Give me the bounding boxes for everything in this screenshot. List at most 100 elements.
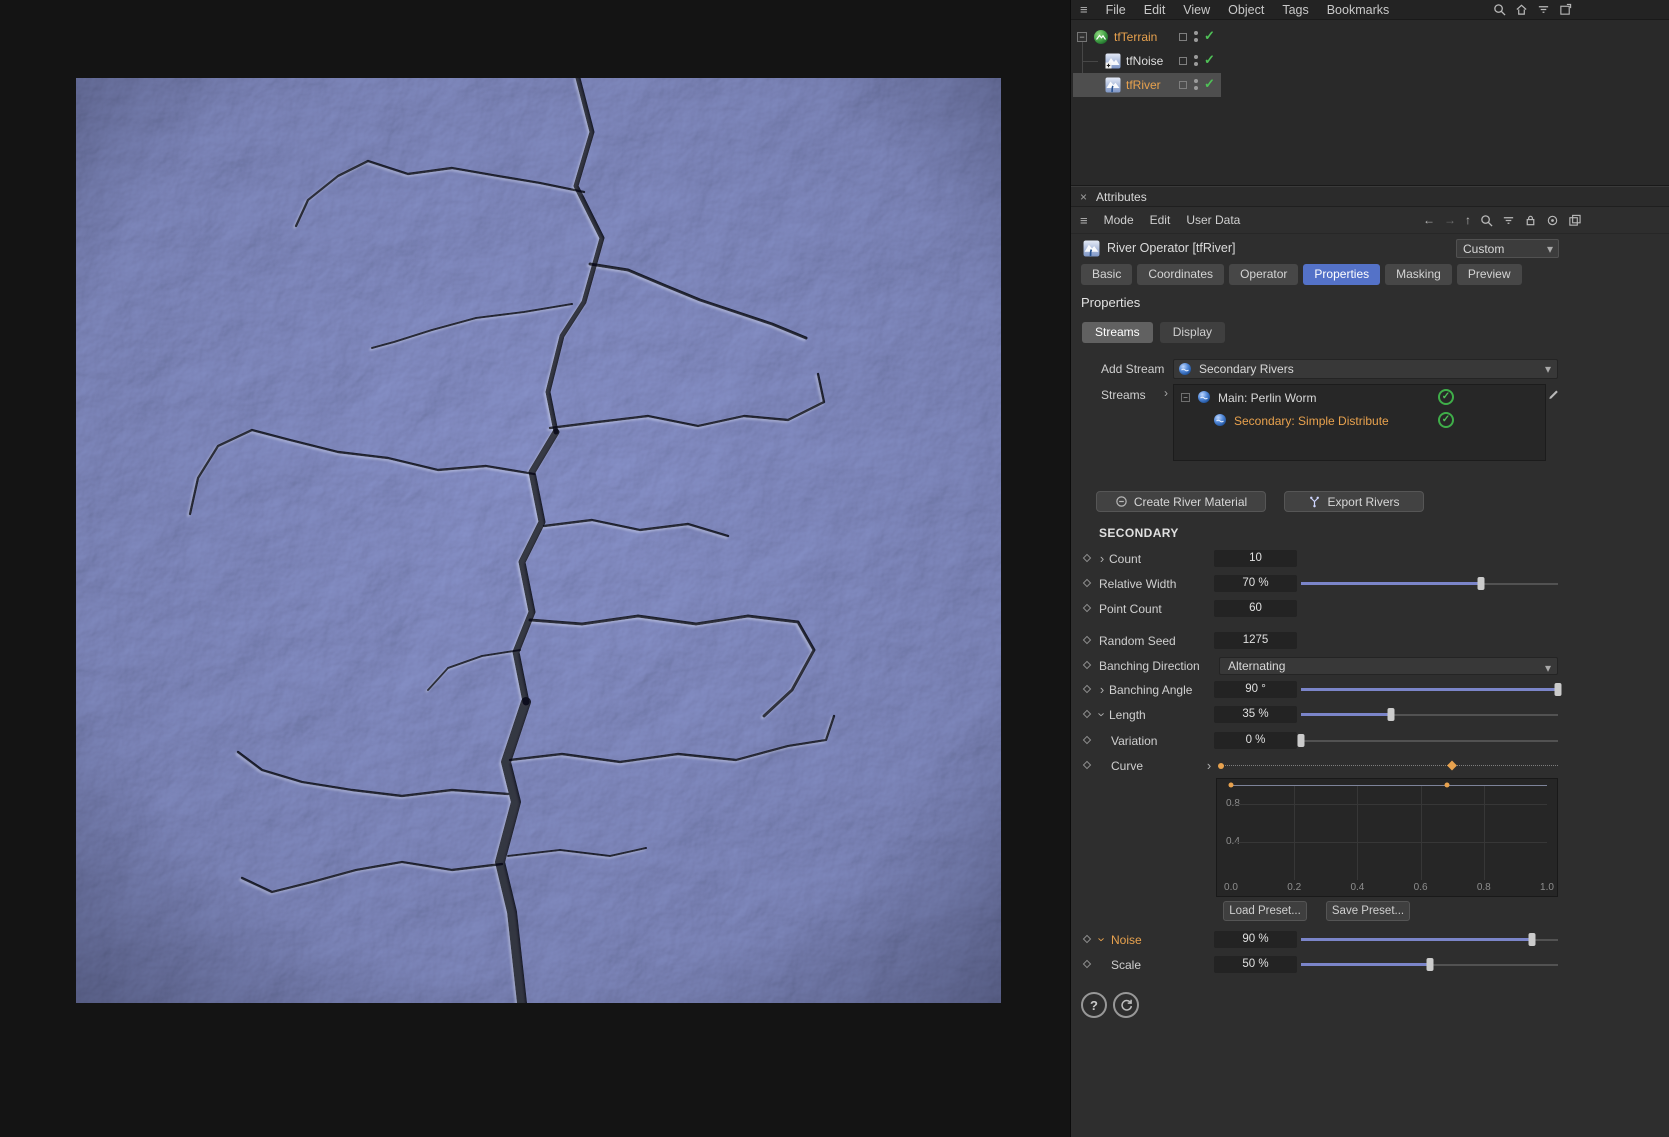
slider-thumb[interactable] xyxy=(1298,734,1305,747)
stream-enabled-icon[interactable]: ✓ xyxy=(1438,412,1454,428)
search-icon[interactable] xyxy=(1480,214,1493,227)
stream-row-secondary[interactable]: Secondary: Simple Distribute ✓ xyxy=(1174,410,1545,431)
keyframe-diamond-icon[interactable] xyxy=(1083,685,1091,693)
visibility-dots[interactable] xyxy=(1194,79,1198,90)
reload-button[interactable] xyxy=(1113,992,1139,1018)
visibility-dots[interactable] xyxy=(1194,55,1198,66)
keyframe-diamond-icon[interactable] xyxy=(1083,579,1091,587)
save-preset-button[interactable]: Save Preset... xyxy=(1326,901,1410,921)
menu-object[interactable]: Object xyxy=(1228,3,1264,17)
random-seed-field[interactable]: 1275 xyxy=(1214,632,1297,649)
slider-thumb[interactable] xyxy=(1529,933,1536,946)
variation-field[interactable]: 0 % xyxy=(1214,732,1297,749)
history-forward-icon[interactable]: → xyxy=(1444,213,1456,227)
stream-enabled-icon[interactable]: ✓ xyxy=(1438,389,1454,405)
stream-label[interactable]: Secondary: Simple Distribute xyxy=(1234,414,1389,428)
slider-thumb[interactable] xyxy=(1426,958,1433,971)
banching-angle-field[interactable]: 90 ° xyxy=(1214,681,1297,698)
point-count-field[interactable]: 60 xyxy=(1214,600,1297,617)
tab-masking[interactable]: Masking xyxy=(1385,264,1452,285)
expander-open-icon[interactable]: › xyxy=(1095,935,1110,945)
visibility-dots[interactable] xyxy=(1194,31,1198,42)
scale-slider[interactable] xyxy=(1301,955,1558,975)
curve-point[interactable] xyxy=(1445,783,1450,788)
pick-edit-icon[interactable] xyxy=(1547,387,1560,400)
detach-panel-icon[interactable] xyxy=(1568,214,1581,227)
history-back-icon[interactable]: ← xyxy=(1423,213,1435,227)
attr-hamburger-icon[interactable]: ≡ xyxy=(1080,213,1088,228)
variation-slider[interactable] xyxy=(1301,731,1558,751)
layer-chip[interactable] xyxy=(1179,33,1187,41)
new-window-icon[interactable] xyxy=(1559,3,1572,16)
layer-chip[interactable] xyxy=(1179,81,1187,89)
object-row-tfriver[interactable]: tfRiver ✓ xyxy=(1071,73,1291,97)
relative-width-field[interactable]: 70 % xyxy=(1214,575,1297,592)
close-icon[interactable]: × xyxy=(1080,190,1087,204)
streams-expander-icon[interactable]: › xyxy=(1164,386,1168,400)
banching-angle-slider[interactable] xyxy=(1301,680,1558,700)
slider-thumb[interactable] xyxy=(1555,683,1562,696)
lock-icon[interactable] xyxy=(1524,214,1537,227)
layer-chip[interactable] xyxy=(1179,57,1187,65)
tab-operator[interactable]: Operator xyxy=(1229,264,1298,285)
filter-icon[interactable] xyxy=(1502,214,1515,227)
keyframe-diamond-icon[interactable] xyxy=(1083,636,1091,644)
keyframe-diamond-icon[interactable] xyxy=(1083,554,1091,562)
menu-file[interactable]: File xyxy=(1106,3,1126,17)
length-field[interactable]: 35 % xyxy=(1214,706,1297,723)
object-label[interactable]: tfNoise xyxy=(1126,54,1163,68)
enabled-check-icon[interactable]: ✓ xyxy=(1204,76,1215,92)
target-icon[interactable] xyxy=(1546,214,1559,227)
attr-menu-mode[interactable]: Mode xyxy=(1104,213,1134,227)
enabled-check-icon[interactable]: ✓ xyxy=(1204,52,1215,68)
collapse-icon[interactable]: − xyxy=(1077,32,1087,42)
slider-thumb[interactable] xyxy=(1477,577,1484,590)
scale-field[interactable]: 50 % xyxy=(1214,956,1297,973)
menu-bookmarks[interactable]: Bookmarks xyxy=(1327,3,1390,17)
filter-icon[interactable] xyxy=(1537,3,1550,16)
subtab-streams[interactable]: Streams xyxy=(1082,322,1153,343)
menu-view[interactable]: View xyxy=(1183,3,1210,17)
load-preset-button[interactable]: Load Preset... xyxy=(1223,901,1307,921)
keyframe-diamond-icon[interactable] xyxy=(1083,935,1091,943)
attr-menu-edit[interactable]: Edit xyxy=(1150,213,1171,227)
export-rivers-button[interactable]: Export Rivers xyxy=(1284,491,1424,512)
stream-label[interactable]: Main: Perlin Worm xyxy=(1218,391,1316,405)
parent-up-icon[interactable]: ↑ xyxy=(1465,213,1471,227)
create-river-material-button[interactable]: Create River Material xyxy=(1096,491,1266,512)
noise-slider[interactable] xyxy=(1301,930,1558,950)
preset-dropdown[interactable]: Custom ▾ xyxy=(1456,239,1559,258)
curve-ramp-start-handle[interactable] xyxy=(1218,763,1224,769)
object-row-tfnoise[interactable]: tfNoise ✓ xyxy=(1071,49,1291,73)
keyframe-diamond-icon[interactable] xyxy=(1083,604,1091,612)
tab-properties[interactable]: Properties xyxy=(1303,264,1380,285)
keyframe-diamond-icon[interactable] xyxy=(1083,960,1091,968)
home-icon[interactable] xyxy=(1515,3,1528,16)
search-icon[interactable] xyxy=(1493,3,1506,16)
length-slider[interactable] xyxy=(1301,705,1558,725)
curve-editor[interactable]: 0.8 0.4 0.0 0.2 0.4 0.6 0.8 1.0 xyxy=(1216,778,1558,897)
curve-point[interactable] xyxy=(1229,783,1234,788)
curve-ramp-handle[interactable] xyxy=(1447,761,1457,771)
subtab-display[interactable]: Display xyxy=(1160,322,1225,343)
tab-basic[interactable]: Basic xyxy=(1081,264,1132,285)
menu-hamburger-icon[interactable]: ≡ xyxy=(1080,2,1088,17)
menu-tags[interactable]: Tags xyxy=(1282,3,1308,17)
collapse-icon[interactable]: − xyxy=(1181,393,1190,402)
curve-plot-area[interactable]: 0.0 0.2 0.4 0.6 0.8 1.0 xyxy=(1231,785,1547,880)
enabled-check-icon[interactable]: ✓ xyxy=(1204,28,1215,44)
attr-menu-userdata[interactable]: User Data xyxy=(1186,213,1240,227)
help-button[interactable]: ? xyxy=(1081,992,1107,1018)
keyframe-diamond-icon[interactable] xyxy=(1083,710,1091,718)
keyframe-diamond-icon[interactable] xyxy=(1083,661,1091,669)
stream-row-main[interactable]: − Main: Perlin Worm ✓ xyxy=(1174,387,1545,408)
add-stream-dropdown[interactable]: Secondary Rivers ▾ xyxy=(1173,359,1558,379)
menu-edit[interactable]: Edit xyxy=(1144,3,1166,17)
slider-thumb[interactable] xyxy=(1387,708,1394,721)
expander-icon[interactable]: › xyxy=(1097,682,1107,697)
relative-width-slider[interactable] xyxy=(1301,574,1558,594)
curve-expander-icon[interactable]: › xyxy=(1204,758,1214,773)
count-field[interactable]: 10 xyxy=(1214,550,1297,567)
keyframe-diamond-icon[interactable] xyxy=(1083,736,1091,744)
tab-preview[interactable]: Preview xyxy=(1457,264,1522,285)
